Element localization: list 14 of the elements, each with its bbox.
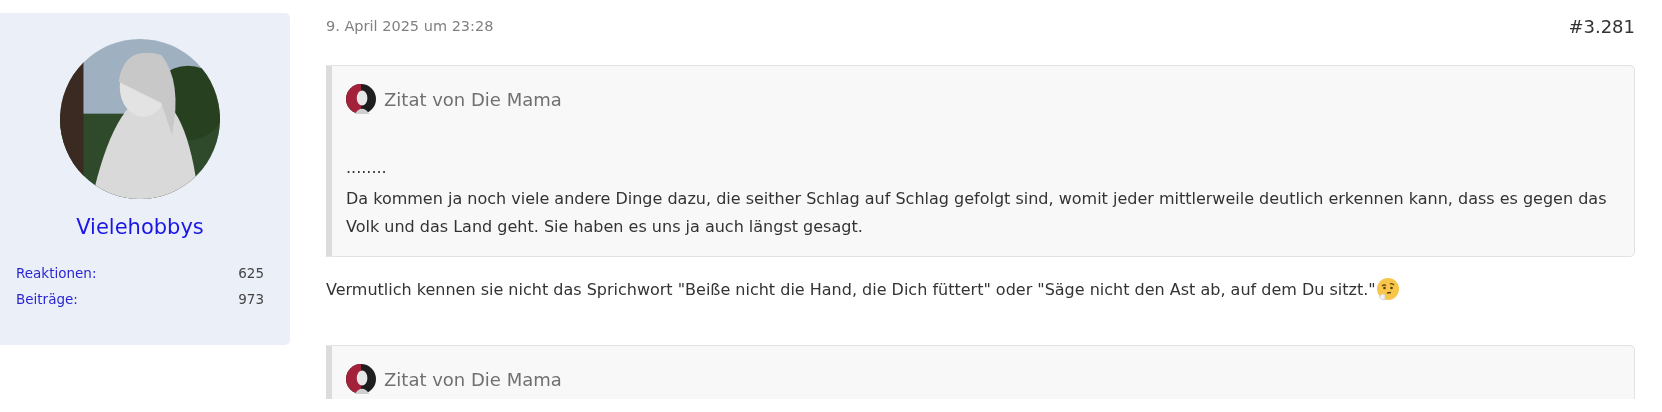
quote-author: Zitat von Die Mama xyxy=(384,368,562,390)
post-text: Vermutlich kennen sie nicht das Sprichwort "Beiße nicht die Hand, die Dich füttert" oder "Säge nicht den Ast ab, auf dem Du sitzt." xyxy=(326,279,1376,299)
avatar-icon xyxy=(346,364,376,394)
avatar-icon xyxy=(346,84,376,114)
username-link[interactable]: Vielehobbys xyxy=(76,215,204,239)
stat-label-link[interactable]: Beiträge: xyxy=(16,291,78,307)
quote-author: Zitat von Die Mama xyxy=(384,88,562,110)
stat-value: 625 xyxy=(238,265,264,281)
quote-text: ........ xyxy=(346,157,388,179)
post-date: 9. April 2025 um 23:28 xyxy=(326,18,494,34)
quote-text: Da kommen ja noch viele andere Dinge dazu, die seither Schlag auf Schlag gefolgt sind, womit jeder mittlerweile deutlich erkennen kann, dass es gegen das Volk und das Land geht. Sie haben es uns ja auch längst gesagt. xyxy=(346,188,1608,238)
post-number-link[interactable]: #3.281 xyxy=(1568,15,1635,37)
stat-label-link[interactable]: Reaktionen: xyxy=(16,265,97,281)
stat-value: 973 xyxy=(238,291,264,307)
